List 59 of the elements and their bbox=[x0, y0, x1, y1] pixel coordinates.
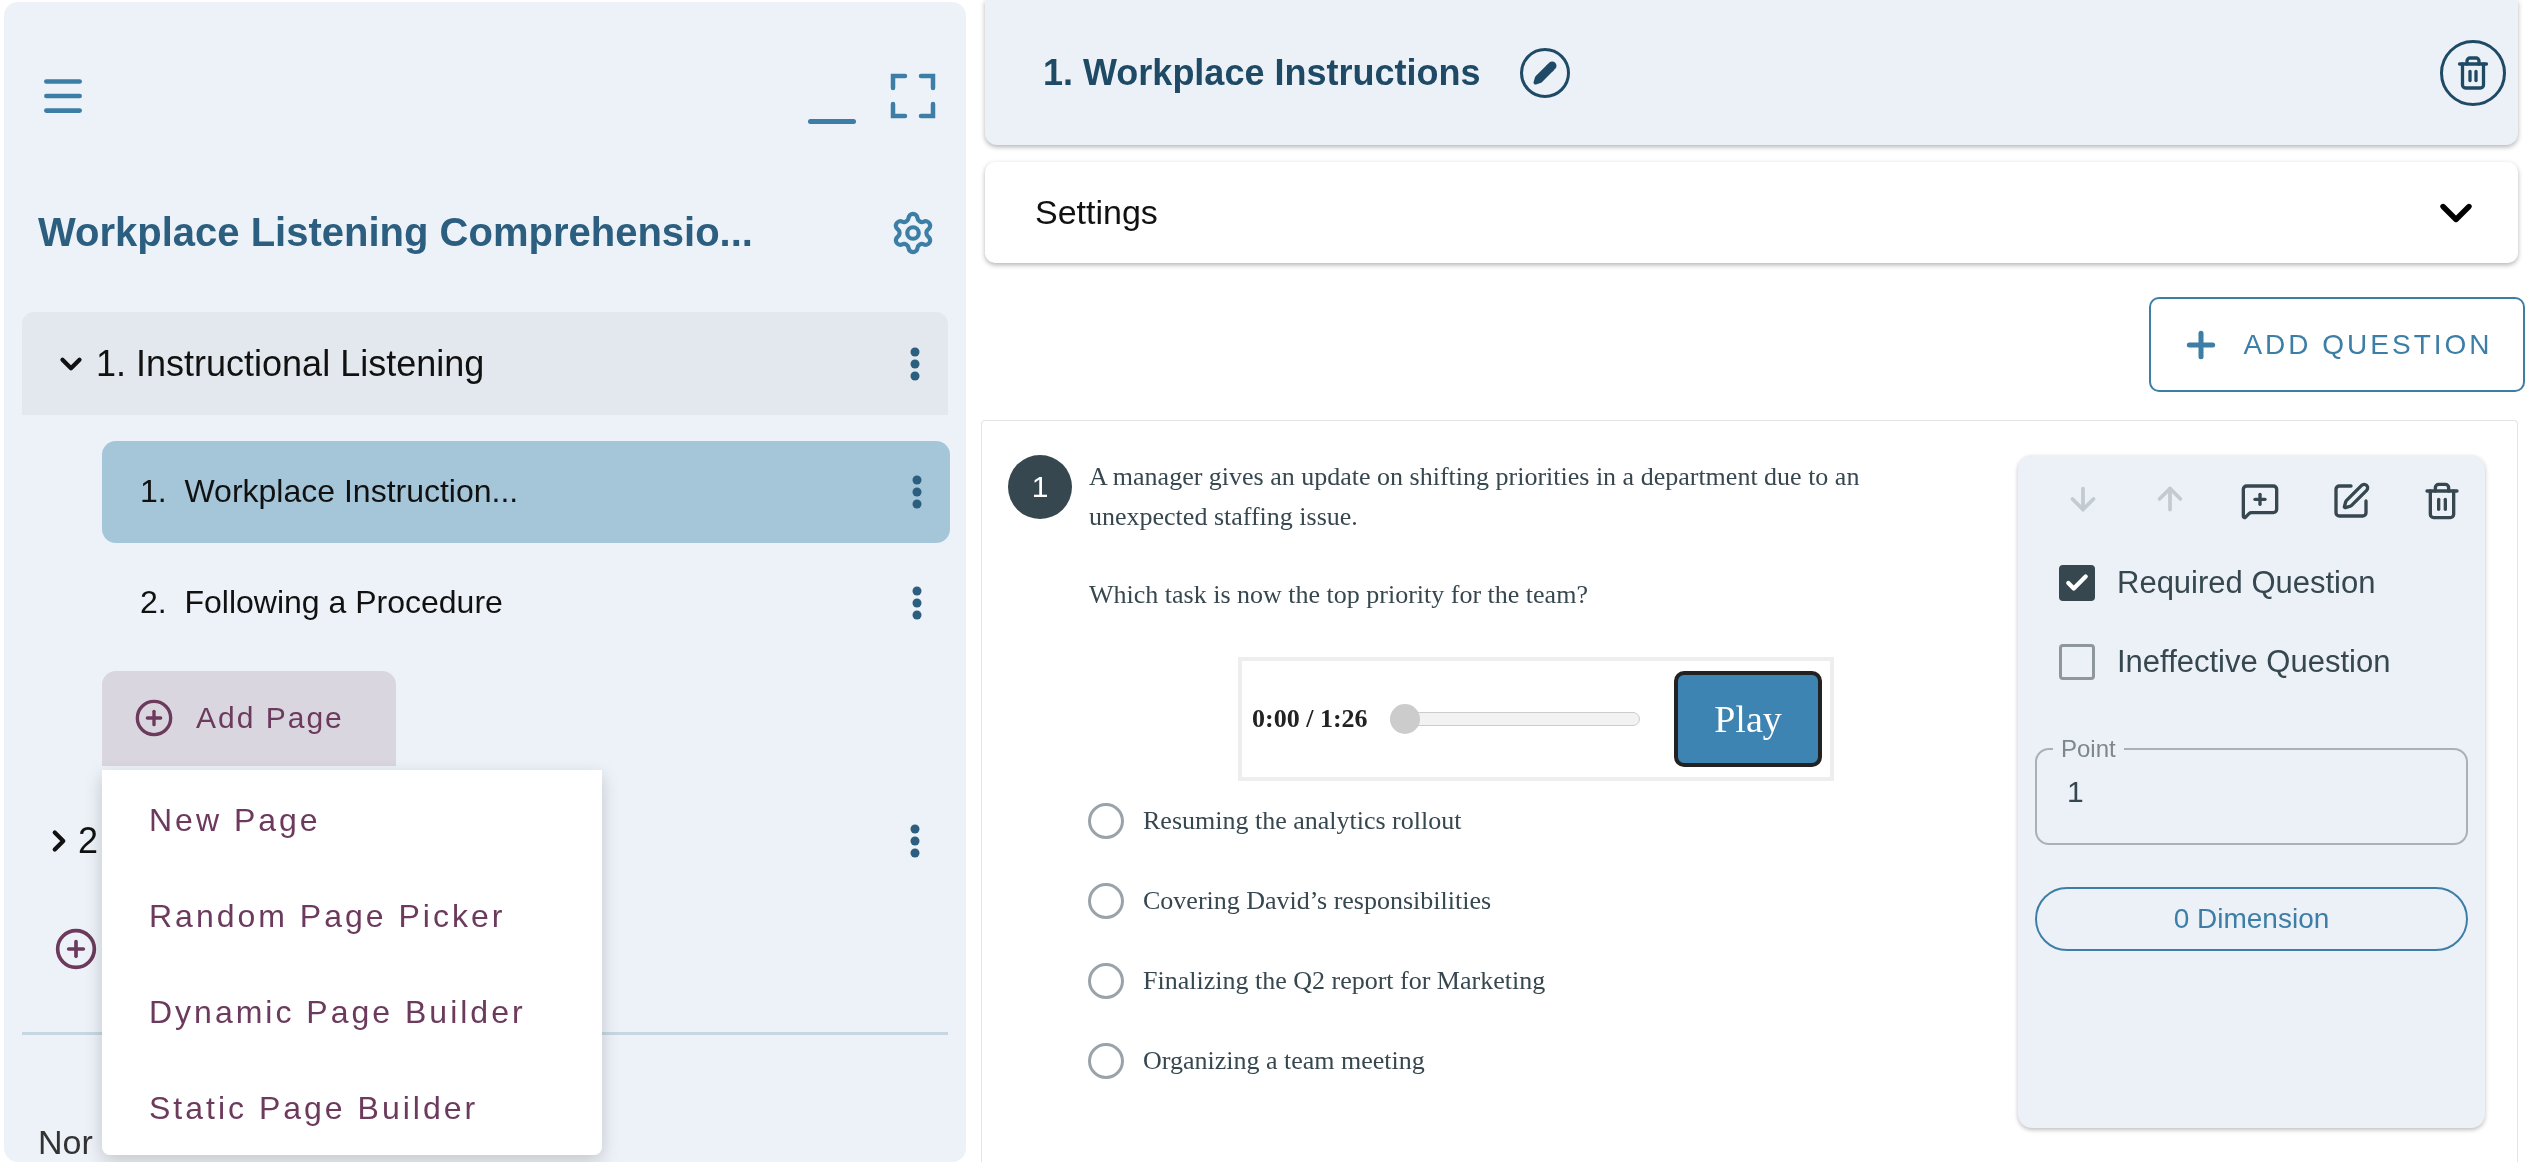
delete-page-button[interactable] bbox=[2440, 39, 2506, 106]
radio-button[interactable] bbox=[1088, 803, 1124, 839]
answer-option: Finalizing the Q2 report for Marketing bbox=[1143, 966, 1546, 996]
checkbox[interactable] bbox=[2059, 643, 2095, 680]
fullscreen-icon bbox=[890, 73, 936, 120]
trash-icon bbox=[2455, 54, 2491, 91]
menu-item[interactable]: Dynamic Page Builder bbox=[102, 964, 602, 1060]
section-row[interactable]: 1. Instructional Listening bbox=[22, 312, 948, 415]
page-title: 2. Following a Procedure bbox=[140, 584, 503, 622]
field-value: 1 bbox=[2067, 775, 2084, 809]
checkbox[interactable] bbox=[2059, 564, 2095, 601]
field-label: Point bbox=[2060, 735, 2117, 763]
audio-slider[interactable] bbox=[1389, 704, 1640, 734]
settings-label: Settings bbox=[1035, 193, 1158, 232]
checkbox-label: Ineffective Question bbox=[2117, 643, 2391, 680]
edit-title-button[interactable] bbox=[1520, 47, 1571, 98]
answer-option: Organizing a team meeting bbox=[1143, 1046, 1425, 1076]
section-title[interactable]: 2 bbox=[78, 820, 99, 863]
menu-item[interactable]: Random Page Picker bbox=[102, 868, 602, 964]
settings-panel[interactable]: Settings bbox=[985, 162, 2518, 263]
play-button[interactable]: Play bbox=[1674, 671, 1822, 767]
add-question-button[interactable]: ADD QUESTION bbox=[2149, 297, 2525, 392]
footer-text: Nor bbox=[38, 1123, 94, 1162]
more-icon bbox=[910, 824, 920, 859]
plus-circle-icon bbox=[134, 698, 174, 739]
more-icon bbox=[912, 585, 922, 620]
fullscreen-button[interactable] bbox=[890, 73, 936, 120]
page-item[interactable]: 2. Following a Procedure bbox=[102, 565, 950, 641]
more-button[interactable] bbox=[910, 346, 920, 381]
radio-button[interactable] bbox=[1088, 1043, 1124, 1079]
page-title: 1. Workplace Instructions bbox=[1043, 51, 1481, 94]
radio-button[interactable] bbox=[1088, 883, 1124, 919]
checkbox-label: Required Question bbox=[2117, 564, 2376, 601]
minimize-button[interactable] bbox=[808, 118, 856, 124]
page-item[interactable]: 1. Workplace Instruction... bbox=[102, 440, 950, 544]
more-button[interactable] bbox=[910, 824, 920, 859]
more-button[interactable] bbox=[912, 474, 922, 509]
answer-option: Covering David’s responsibilities bbox=[1143, 886, 1492, 916]
slider-thumb[interactable] bbox=[1389, 704, 1420, 734]
question-number: 1 bbox=[1008, 455, 1072, 519]
section-title[interactable]: 1. Instructional Listening bbox=[96, 342, 485, 385]
answer-option: Resuming the analytics rollout bbox=[1143, 806, 1462, 836]
page-title: 1. Workplace Instruction... bbox=[140, 473, 519, 511]
add-comment-button[interactable] bbox=[2239, 481, 2280, 521]
dimension-button[interactable]: 0 Dimension bbox=[2035, 887, 2468, 951]
comment-plus-icon bbox=[2239, 481, 2280, 521]
pencil-icon bbox=[1533, 60, 1558, 85]
more-icon bbox=[910, 346, 920, 381]
course-title: Workplace Listening Comprehensio... bbox=[38, 210, 753, 256]
radio-button[interactable] bbox=[1088, 963, 1124, 999]
audio-time: 0:00 / 1:26 bbox=[1252, 704, 1368, 734]
question-text: Which task is now the top priority for the team? bbox=[1089, 579, 1589, 611]
more-icon bbox=[912, 474, 922, 509]
menu-item[interactable]: New Page bbox=[102, 772, 602, 868]
question-text: A manager gives an update on shifting priorities in a department due to an unexpected staffing issue. bbox=[1089, 461, 1861, 533]
more-button[interactable] bbox=[912, 585, 922, 620]
menu-item[interactable]: Static Page Builder bbox=[102, 1060, 602, 1156]
add-page-button[interactable]: Add Page bbox=[102, 670, 396, 767]
add-section-icon[interactable] bbox=[54, 927, 98, 972]
